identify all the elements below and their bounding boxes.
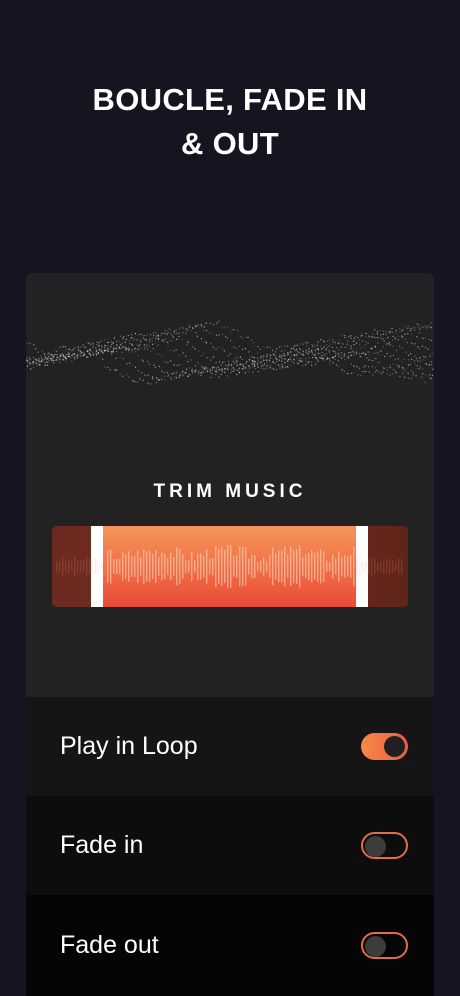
fade-in-toggle[interactable] — [361, 832, 408, 859]
trim-end-handle-icon[interactable] — [359, 557, 365, 573]
trim-music-title: TRIM MUSIC — [153, 481, 307, 502]
play-in-loop-toggle[interactable] — [361, 733, 408, 760]
page-headline: BOUCLE, FADE IN & OUT — [0, 78, 460, 166]
setting-label: Fade out — [60, 931, 159, 959]
headline-line-1: BOUCLE, FADE IN — [92, 82, 368, 117]
particle-wave-illustration — [26, 320, 434, 385]
audio-editor-card: TRIM MUSIC Play in Loop Fade in Fade out — [26, 273, 434, 996]
setting-row-fade-in[interactable]: Fade in — [26, 796, 434, 895]
trim-slider[interactable] — [52, 526, 408, 607]
setting-row-fade-out[interactable]: Fade out — [26, 895, 434, 996]
toggle-knob — [384, 736, 405, 757]
toggle-knob — [365, 836, 386, 857]
setting-label: Play in Loop — [60, 732, 198, 760]
headline-line-2: & OUT — [181, 126, 279, 161]
setting-label: Fade in — [60, 831, 144, 859]
trim-start-handle-icon[interactable] — [93, 557, 99, 573]
audio-waveform — [56, 545, 403, 588]
toggle-knob — [365, 936, 386, 957]
fade-out-toggle[interactable] — [361, 932, 408, 959]
setting-row-play-in-loop[interactable]: Play in Loop — [26, 697, 434, 796]
